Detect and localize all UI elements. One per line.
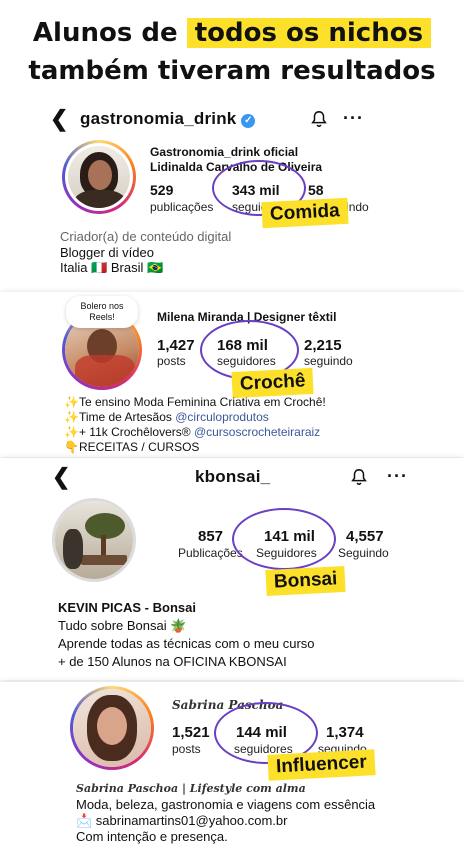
profile-bio-line1: Blogger di vídeo [60, 245, 154, 260]
posts-label: posts [157, 354, 186, 368]
back-arrow-icon[interactable]: ❮ [50, 106, 68, 132]
niche-tag: Influencer [267, 749, 376, 781]
posts-count: 529 [150, 182, 174, 198]
profile-bio-line3: Com intenção e presença. [76, 829, 228, 844]
profile-bio-line1: Tudo sobre Bonsai 🪴 [58, 618, 187, 633]
profile-bio-line2: ✨Time de Artesãos @circuloprodutos [64, 410, 269, 424]
profile-card-bonsai: ❮ kbonsai_ ··· 857 Publicações 141 mil S… [0, 458, 464, 680]
profile-bio-line1: Moda, beleza, gastronomia e viagens com … [76, 797, 376, 812]
posts-count: 1,521 [172, 724, 210, 741]
following-count[interactable]: 2,215 [304, 337, 342, 354]
bell-icon[interactable] [310, 110, 328, 128]
profile-card-gastronomia: ❮ gastronomia_drink ✓ ··· Gastronomia_dri… [0, 100, 464, 280]
story-bubble: Bolero nos Reels! [66, 296, 138, 328]
headline-highlight: todos os nichos [186, 18, 432, 48]
following-label[interactable]: Seguindo [338, 546, 389, 560]
following-count[interactable]: 58 [308, 182, 324, 198]
profile-category: Criador(a) de conteúdo digital [60, 229, 232, 244]
headline: Alunos de todos os nichos também tiveram… [0, 14, 464, 90]
profile-display-name: Gastronomia_drink oficial [150, 145, 299, 159]
profile-card-influencer: Sabrina Paschoa 1,521 posts 144 mil segu… [0, 682, 464, 850]
profile-bio-line2: Italia 🇮🇹 Brasil 🇧🇷 [60, 260, 164, 275]
following-count[interactable]: 1,374 [326, 724, 364, 741]
profile-card-croche: Bolero nos Reels! Milena Miranda | Desig… [0, 292, 464, 457]
profile-bio-line3: + de 150 Alunos na OFICINA KBONSAI [58, 654, 287, 669]
verified-badge-icon: ✓ [241, 114, 256, 128]
profile-bio-line2: Aprende todas as técnicas com o meu curs… [58, 636, 315, 651]
headline-prefix: Alunos de [32, 18, 178, 48]
profile-username: kbonsai_ [195, 467, 271, 486]
following-count[interactable]: 4,557 [346, 528, 384, 545]
avatar[interactable] [52, 498, 136, 582]
headline-line2: também tiveram resultados [28, 56, 436, 86]
profile-display-name: KEVIN PICAS - Bonsai [58, 600, 196, 615]
posts-label: Publicações [178, 546, 243, 560]
more-icon[interactable]: ··· [343, 108, 364, 129]
profile-link[interactable]: @cursoscrocheteiraraiz [194, 425, 320, 439]
profile-link[interactable]: @circuloprodutos [175, 410, 269, 424]
posts-label: publicações [150, 200, 214, 214]
posts-count: 857 [198, 528, 224, 545]
niche-tag: Comida [261, 197, 349, 229]
avatar[interactable] [62, 140, 136, 214]
avatar[interactable] [70, 686, 154, 770]
bell-icon[interactable] [350, 468, 368, 486]
posts-label: posts [172, 742, 201, 756]
profile-bio-line4: 👇RECEITAS / CURSOS [64, 440, 200, 454]
back-arrow-icon[interactable]: ❮ [52, 464, 70, 490]
profile-display-name: Sabrina Paschoa | Lifestyle com alma [76, 782, 306, 795]
following-label[interactable]: seguindo [304, 354, 353, 368]
profile-username: gastronomia_drink ✓ [80, 109, 256, 129]
profile-bio-line1: ✨Te ensino Moda Feminina Criativa em Cro… [64, 395, 326, 409]
profile-bio-line2[interactable]: 📩 sabrinamartins01@yahoo.com.br [76, 813, 287, 829]
more-icon[interactable]: ··· [387, 466, 408, 487]
highlight-circle [232, 508, 336, 570]
posts-count: 1,427 [157, 337, 195, 354]
niche-tag: Bonsai [265, 565, 346, 597]
niche-tag: Crochê [231, 367, 315, 399]
profile-bio-line3: ✨+ 11k Crochêlovers® @cursoscrocheteirar… [64, 425, 321, 439]
